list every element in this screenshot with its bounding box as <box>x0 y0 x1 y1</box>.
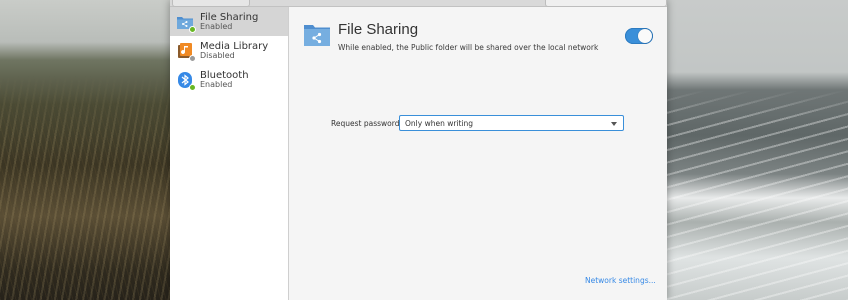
sidebar-item-label: Bluetooth <box>200 69 249 81</box>
sidebar-item-file-sharing[interactable]: File Sharing Enabled <box>170 7 288 36</box>
page-description: While enabled, the Public folder will be… <box>338 43 599 52</box>
status-badge <box>189 54 196 62</box>
sidebar-item-bluetooth[interactable]: Bluetooth Enabled <box>170 65 288 94</box>
sidebar-item-status: Disabled <box>200 50 235 60</box>
request-password-label: Request password: <box>331 119 402 128</box>
desktop-wallpaper-left <box>0 0 170 300</box>
status-badge <box>189 83 196 91</box>
request-password-dropdown[interactable]: Only when writing <box>399 115 624 131</box>
media-library-icon <box>176 42 196 62</box>
status-badge <box>189 25 196 33</box>
folder-share-icon <box>303 23 331 47</box>
sidebar: File Sharing Enabled Media Library Disab… <box>170 7 289 300</box>
page-title: File Sharing <box>338 21 419 38</box>
window-headerbar <box>170 0 667 7</box>
sidebar-item-label: Media Library <box>200 40 269 52</box>
bluetooth-icon <box>176 71 196 91</box>
desktop-wallpaper-right <box>667 0 848 300</box>
sidebar-item-status: Enabled <box>200 21 233 31</box>
toggle-knob <box>638 29 652 43</box>
folder-share-icon <box>176 13 196 33</box>
chevron-down-icon <box>611 122 617 126</box>
back-button[interactable] <box>172 0 250 7</box>
sidebar-item-label: File Sharing <box>200 11 259 23</box>
settings-pane: File Sharing While enabled, the Public f… <box>289 7 667 300</box>
network-settings-link[interactable]: Network settings... <box>585 276 656 285</box>
sharing-settings-window: File Sharing Enabled Media Library Disab… <box>170 0 667 300</box>
dropdown-value: Only when writing <box>405 119 474 128</box>
search-input[interactable] <box>545 0 667 7</box>
sidebar-item-media-library[interactable]: Media Library Disabled <box>170 36 288 65</box>
file-sharing-toggle[interactable] <box>625 28 653 44</box>
sidebar-item-status: Enabled <box>200 79 233 89</box>
